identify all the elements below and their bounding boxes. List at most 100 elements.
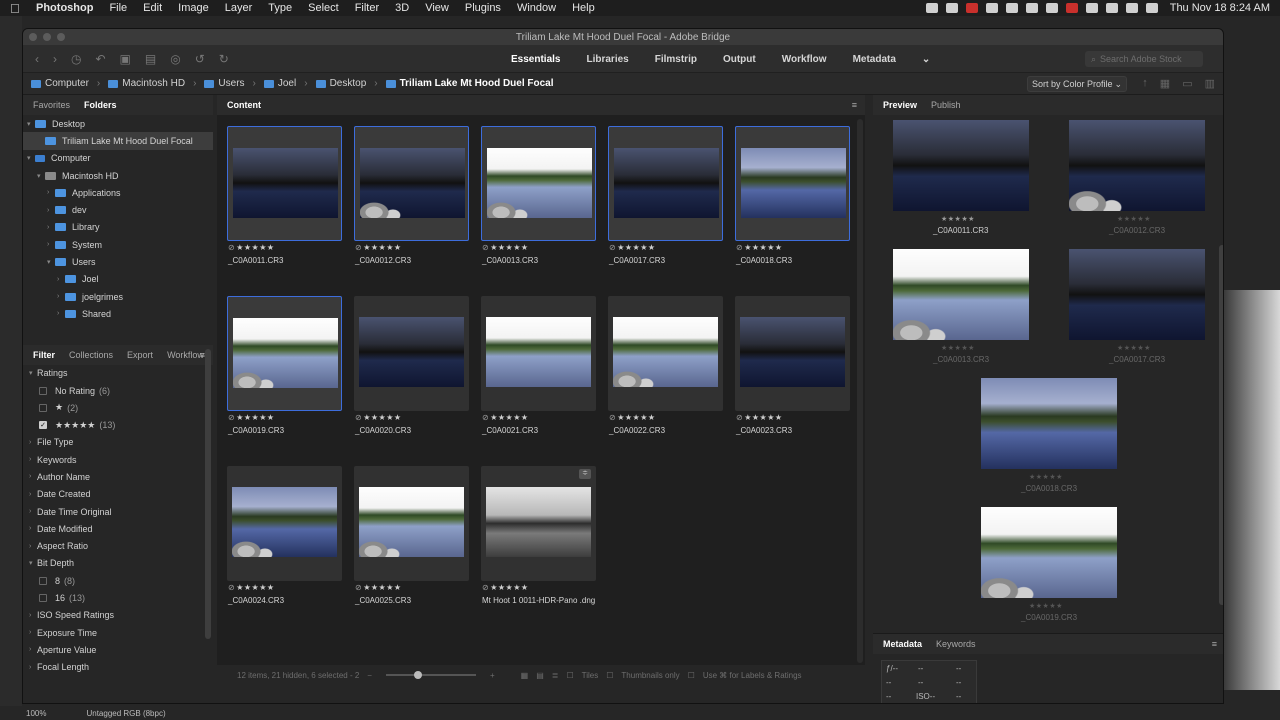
reject-icon[interactable]: ⊘ [355,413,362,422]
menu-type[interactable]: Type [268,2,292,14]
disclosure-icon[interactable]: › [29,508,37,515]
tab-output[interactable]: Output [719,51,760,68]
wifi-icon[interactable] [1105,3,1118,13]
camera-icon[interactable]: ▣ [120,52,131,66]
thumbnail-image[interactable] [233,318,338,388]
filter-category[interactable]: › Date Created [23,486,213,503]
disclosure-icon[interactable]: › [47,224,55,231]
chevron-down-icon[interactable]: ⌄ [918,51,934,68]
rating-stars[interactable]: ⊘★★★★★ [228,413,275,422]
folder-tree-item[interactable]: › dev [23,201,213,218]
rating-stars[interactable]: ⊘★★★★★ [736,243,783,252]
rating-stars[interactable]: ★★★★★ [1117,215,1151,223]
reject-icon[interactable]: ⊘ [355,583,362,592]
tab-filter[interactable]: Filter [33,350,55,360]
slider-knob[interactable] [413,671,422,679]
tab-publish[interactable]: Publish [931,100,961,110]
tray-icon[interactable] [985,3,998,13]
filter-category[interactable]: › Date Modified [23,520,213,537]
app-menu[interactable]: Photoshop [36,2,93,14]
checkbox[interactable] [39,594,47,603]
rating-stars[interactable]: ⊘★★★★★ [482,413,529,422]
folder-tree-item[interactable]: › Joel [23,271,213,288]
thumbnail-card[interactable] [227,126,342,241]
return-icon[interactable]: ↶ [95,52,105,66]
recent-icon[interactable]: ◷ [71,52,81,66]
preview-image[interactable] [893,120,1029,211]
tray-icon[interactable] [965,3,978,13]
tray-icon[interactable] [1005,3,1018,13]
rating-stars[interactable]: ★★★★★ [1029,602,1063,610]
tray-icon[interactable] [925,3,938,13]
thumbnail-image[interactable] [740,317,845,387]
filter-option[interactable]: ★ (2) [23,399,213,416]
menu-window[interactable]: Window [517,2,556,14]
menu-image[interactable]: Image [178,2,209,14]
labels-ratings-checkbox[interactable]: ☐ [688,671,695,680]
preview-image[interactable] [981,378,1117,469]
rating-stars[interactable]: ⊘★★★★★ [482,243,529,252]
reject-icon[interactable]: ⊘ [609,413,616,422]
filter-category[interactable]: › Date Time Original [23,503,213,520]
filter-category[interactable]: › Exposure Time [23,624,213,641]
zoom-in-icon[interactable]: + [490,671,495,680]
list-view-icon[interactable]: ≣ [552,671,559,680]
sort-dropdown[interactable]: Sort by Color Profile ⌄ [1027,76,1127,92]
disclosure-icon[interactable]: ▾ [47,258,55,266]
detail-view-icon[interactable]: ▤ [536,671,544,680]
folder-tree-item[interactable]: › joelgrimes [23,288,213,305]
rating-stars[interactable]: ★★★★★ [941,344,975,352]
tab-libraries[interactable]: Libraries [582,51,632,68]
folder-tree-item[interactable]: ▾ Computer [23,150,213,167]
grid-view-icon[interactable]: ▦ [521,671,529,680]
thumbnail-card[interactable] [354,296,469,411]
rating-stars[interactable]: ⊘★★★★★ [228,583,275,592]
tab-collections[interactable]: Collections [69,350,113,360]
checkbox[interactable]: ✓ [39,421,47,430]
tab-export[interactable]: Export [127,350,153,360]
thumbnail-image[interactable] [486,487,591,557]
filter-category[interactable]: › Author Name [23,468,213,485]
tab-keywords[interactable]: Keywords [936,639,976,649]
rating-stars[interactable]: ⊘★★★★★ [482,583,529,592]
rating-stars[interactable]: ★★★★★ [941,215,975,223]
thumbnails-only-checkbox[interactable]: ☐ [606,671,613,680]
disclosure-icon[interactable]: › [29,525,37,532]
rating-stars[interactable]: ⊘★★★★★ [355,413,402,422]
clock[interactable]: Thu Nov 18 8:24 AM [1170,2,1270,14]
disclosure-icon[interactable]: › [29,473,37,480]
back-icon[interactable]: ‹ [35,52,39,66]
thumbnail-image[interactable] [741,148,846,218]
tray-icon[interactable] [1045,3,1058,13]
disclosure-icon[interactable]: › [29,543,37,550]
search-icon[interactable] [1145,3,1158,13]
preview-image[interactable] [1069,249,1205,340]
menu-help[interactable]: Help [572,2,595,14]
menu-view[interactable]: View [425,2,449,14]
thumbnail-card[interactable] [608,296,723,411]
checkbox[interactable] [39,386,47,395]
tab-metadata[interactable]: Metadata [849,51,900,68]
disclosure-icon[interactable]: ▾ [37,172,45,180]
reject-icon[interactable]: ⊘ [355,243,362,252]
filter-category[interactable]: › Aspect Ratio [23,538,213,555]
filter-option[interactable]: ✓ ★★★★★ (13) [23,416,213,433]
disclosure-icon[interactable]: › [29,439,37,446]
filter-category[interactable]: ▾ Ratings [23,365,213,382]
apple-menu-icon[interactable]:  [10,1,24,16]
menu-plugins[interactable]: Plugins [465,2,501,14]
thumbnail-card[interactable] [354,126,469,241]
menu-layer[interactable]: Layer [225,2,253,14]
disclosure-icon[interactable]: › [47,189,55,196]
rotate-right-icon[interactable]: ↻ [219,52,229,66]
thumbnail-image[interactable] [233,148,338,218]
tray-icon[interactable] [945,3,958,13]
filter-category[interactable]: › File Type [23,434,213,451]
folder-tree-item[interactable]: Triliam Lake Mt Hood Duel Focal [23,132,213,150]
zoom-button[interactable] [57,33,65,41]
zoom-out-icon[interactable]: − [367,671,372,680]
thumbnail-card[interactable] [481,296,596,411]
folder-tree-item[interactable]: ▾ Macintosh HD [23,167,213,184]
rating-stars[interactable]: ★★★★★ [1117,344,1151,352]
disclosure-icon[interactable]: › [57,276,65,283]
